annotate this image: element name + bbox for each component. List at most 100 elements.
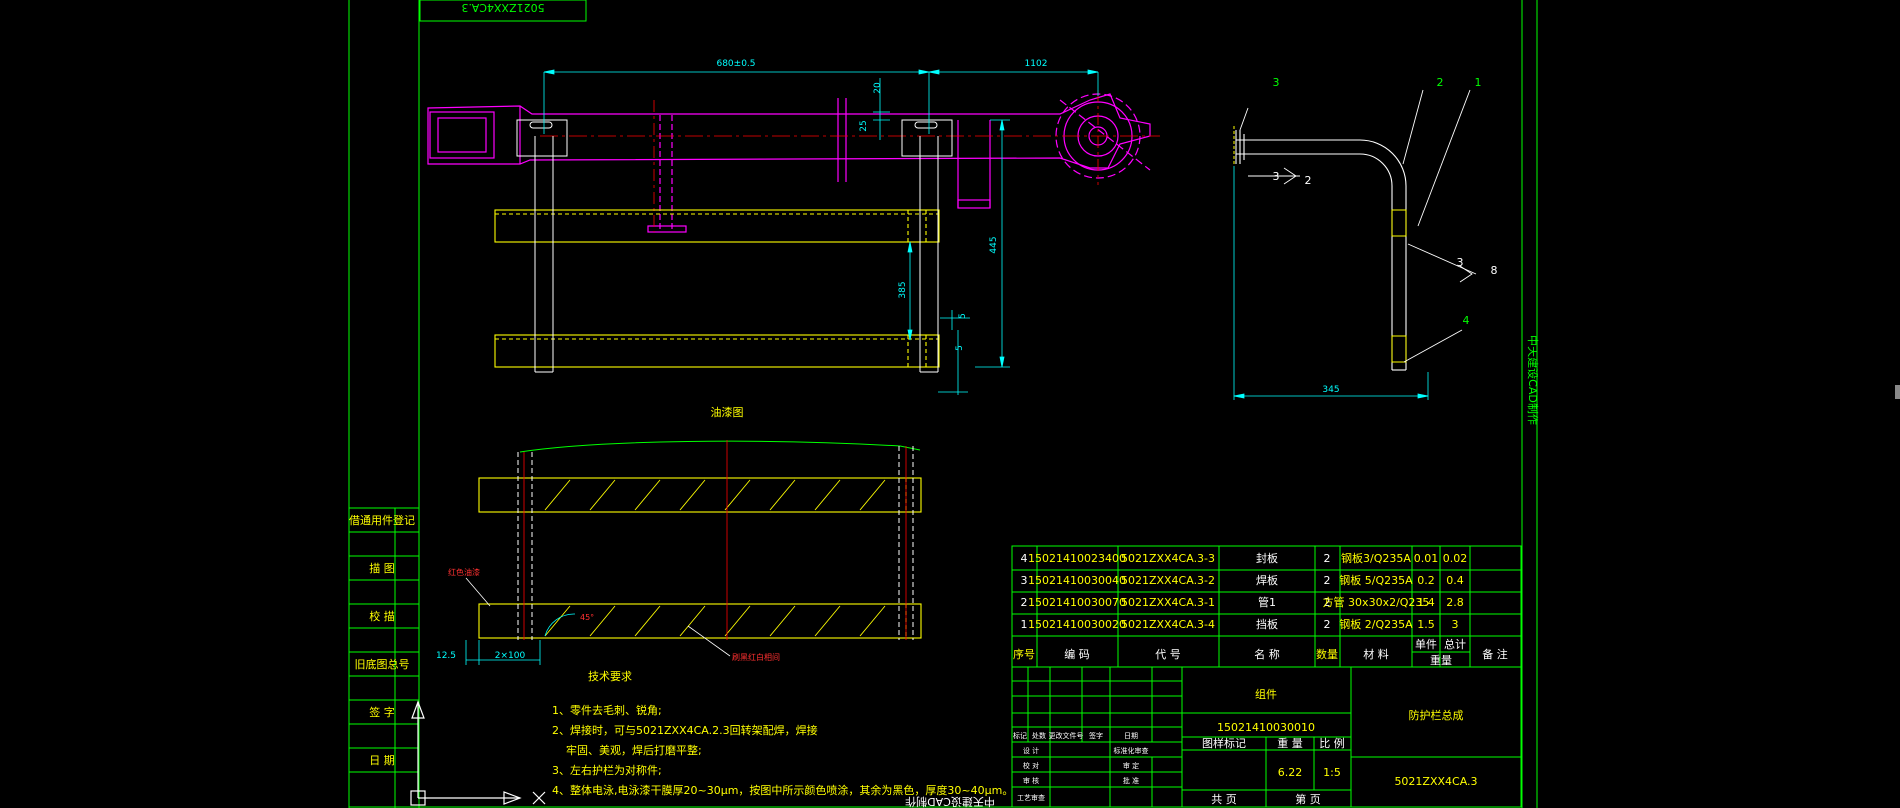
drawing-frame: 5021ZXX4CA.3 中天建设CAD制作 中天建设CAD制作 bbox=[348, 0, 1900, 808]
bom-h-mat: 材 料 bbox=[1363, 647, 1389, 661]
bom-row-3-qty: 2 bbox=[1324, 618, 1331, 631]
bom-row-2-unit: 1.4 bbox=[1417, 596, 1435, 609]
scrollbar-thumb[interactable] bbox=[1895, 385, 1900, 399]
role-process: 工艺审查 bbox=[1017, 793, 1045, 802]
bom-row-1-code: 15021410030040 bbox=[1028, 574, 1126, 587]
balloon-2: 2 bbox=[1437, 76, 1444, 89]
hatch-note: 刷黑红白相间 bbox=[732, 652, 780, 662]
bom-h-code: 编 码 bbox=[1064, 647, 1090, 661]
bom-row-2-total: 2.8 bbox=[1446, 596, 1464, 609]
bom-row-3-mat: 钢板 2/Q235A bbox=[1339, 617, 1413, 631]
bom-h-weight: 重量 bbox=[1430, 653, 1452, 667]
dim-1102: 1102 bbox=[1025, 59, 1048, 69]
front-view: 680±0.5 1102 20 25 445 385 5 5 bbox=[427, 59, 1160, 395]
rev-date: 日期 bbox=[1124, 732, 1138, 740]
scale-label: 比 例 bbox=[1319, 736, 1345, 750]
tech-item-3: 牢固、美观，焊后打磨平整; bbox=[566, 743, 702, 757]
bom-row-0-code: 15021410023400 bbox=[1028, 552, 1126, 565]
ucs-icon bbox=[410, 700, 546, 806]
bom-table: 4 150214100234005021ZXX4CA.3-3 封板 2 钢板3/Q235… bbox=[1011, 545, 1522, 668]
dim-385: 385 bbox=[898, 281, 908, 298]
left-col-2: 校 描 bbox=[369, 609, 395, 623]
bom-row-0-unit: 0.01 bbox=[1414, 552, 1439, 565]
dim-20: 20 bbox=[873, 82, 883, 94]
weight-value: 6.22 bbox=[1278, 766, 1303, 779]
dim-445: 445 bbox=[989, 236, 999, 253]
weld-3b: 3 bbox=[1457, 256, 1464, 269]
sheets-total: 共 页 bbox=[1211, 793, 1237, 806]
weld-3a: 3 bbox=[1273, 170, 1280, 183]
bom-row-2-no: 2 bbox=[1021, 596, 1028, 609]
dim-12-5: 12.5 bbox=[436, 651, 456, 661]
bom-row-3-code: 15021410030020 bbox=[1028, 618, 1126, 631]
weld-2: 2 bbox=[1305, 174, 1312, 187]
bom-h-total: 总计 bbox=[1444, 637, 1466, 651]
bom-row-3-unit: 1.5 bbox=[1417, 618, 1435, 631]
bom-h-unit: 单件 bbox=[1415, 638, 1437, 651]
left-col-4: 签 字 bbox=[369, 705, 395, 719]
cad-drawing: 5021ZXX4CA.3 中天建设CAD制作 中天建设CAD制作 借通用件登记 … bbox=[348, 0, 1900, 808]
role-standard: 标准化审查 bbox=[1114, 746, 1149, 755]
title-block: 标记 处数 更改文件号 签字 日期 设 计 校 对 审 核 工艺审查 标准化审查… bbox=[1011, 666, 1522, 808]
tech-heading: 技术要求 bbox=[588, 670, 632, 683]
bom-row-3-name: 挡板 bbox=[1256, 617, 1278, 631]
dim-2x100: 2×100 bbox=[495, 651, 526, 661]
bom-row-1-ref: 5021ZXX4CA.3-2 bbox=[1121, 574, 1215, 587]
stage-mark-label: 图样标记 bbox=[1202, 736, 1246, 750]
rotary-frame-outline bbox=[427, 93, 1151, 233]
drawing-code: 15021410030010 bbox=[1217, 721, 1315, 734]
role-ratify: 批 准 bbox=[1123, 776, 1139, 785]
balloon-3: 3 bbox=[1273, 76, 1280, 89]
role-check: 校 对 bbox=[1023, 761, 1039, 770]
side-label: 中天建设CAD制作 bbox=[1526, 335, 1540, 425]
rev-file: 更改文件号 bbox=[1049, 731, 1084, 740]
paint-view: 油漆图 红色油漆 刷黑红白相间 12.5 2×100 45° bbox=[436, 405, 922, 665]
stamp-top: 5021ZXX4CA.3 bbox=[461, 1, 544, 14]
paint-view-title: 油漆图 bbox=[711, 405, 744, 419]
bom-row-1-mat: 钢板 5/Q235A bbox=[1339, 573, 1413, 587]
balloon-1: 1 bbox=[1475, 76, 1482, 89]
bom-h-remark: 备 注 bbox=[1482, 647, 1508, 661]
bom-row-0-total: 0.02 bbox=[1443, 552, 1468, 565]
front-dimensions bbox=[543, 69, 1099, 395]
role-approve: 审 定 bbox=[1123, 761, 1139, 770]
bom-row-0-name: 封板 bbox=[1256, 551, 1278, 565]
bom-row-2-name: 管1 bbox=[1258, 595, 1276, 609]
bom-row-1-name: 焊板 bbox=[1256, 573, 1278, 587]
dim-5a: 5 bbox=[958, 313, 968, 319]
side-view: 345 3 2 1 4 3 2 3 8 bbox=[1233, 76, 1498, 400]
guard-rails bbox=[494, 209, 940, 368]
bom-row-3-total: 3 bbox=[1452, 618, 1459, 631]
dim-45: 45° bbox=[580, 613, 594, 622]
bom-row-1-no: 3 bbox=[1021, 574, 1028, 587]
bom-h-ref: 代 号 bbox=[1155, 648, 1181, 661]
dim-680: 680±0.5 bbox=[716, 59, 755, 69]
dim-25: 25 bbox=[859, 120, 869, 131]
role-review: 审 核 bbox=[1023, 776, 1039, 785]
rev-mark: 标记 bbox=[1013, 731, 1027, 740]
left-registration-column: 借通用件登记 描 图 校 描 旧底图总号 签 字 日 期 bbox=[349, 507, 419, 808]
bom-row-1-unit: 0.2 bbox=[1417, 574, 1435, 587]
bom-row-3-no: 1 bbox=[1021, 618, 1028, 631]
rev-count: 处数 bbox=[1032, 731, 1046, 740]
bom-row-0-mat: 钢板3/Q235A bbox=[1341, 551, 1411, 565]
bom-row-0-qty: 2 bbox=[1324, 552, 1331, 565]
bom-row-2-code: 15021410030070 bbox=[1028, 596, 1126, 609]
dim-345: 345 bbox=[1322, 385, 1339, 395]
bom-row-2-ref: 5021ZXX4CA.3-1 bbox=[1121, 596, 1215, 609]
drawing-name: 防护栏总成 bbox=[1409, 708, 1464, 722]
left-col-0: 借通用件登记 bbox=[349, 513, 415, 527]
scale-value: 1:5 bbox=[1323, 766, 1341, 779]
left-col-5: 日 期 bbox=[369, 754, 395, 767]
tech-item-5: 4、整体电泳,电泳漆干膜厚20~30μm，按图中所示颜色喷涂，其余为黑色，厚度3… bbox=[552, 783, 1013, 797]
drawing-number: 5021ZXX4CA.3 bbox=[1394, 775, 1477, 788]
category: 组件 bbox=[1255, 687, 1277, 701]
bom-h-qty: 数量 bbox=[1316, 648, 1338, 661]
bom-h-name: 名 称 bbox=[1254, 647, 1280, 661]
bom-h-no: 序号 bbox=[1013, 647, 1035, 661]
role-design: 设 计 bbox=[1023, 746, 1039, 755]
tech-item-2: 2、焊接时，可与5021ZXX4CA.2.3回转架配焊，焊接 bbox=[552, 723, 818, 737]
left-col-3: 旧底图总号 bbox=[355, 657, 410, 671]
left-col-1: 描 图 bbox=[369, 561, 395, 575]
red-paint-note: 红色油漆 bbox=[448, 567, 480, 577]
